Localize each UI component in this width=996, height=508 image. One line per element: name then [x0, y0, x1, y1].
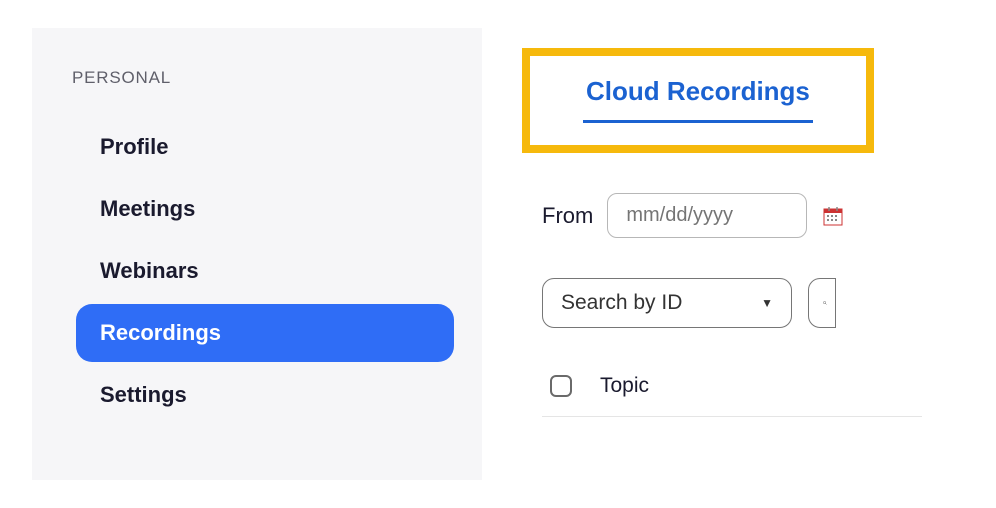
tab-highlight: Cloud Recordings — [522, 48, 874, 153]
tab-label: Cloud Recordings — [586, 76, 810, 106]
sidebar-item-label: Profile — [100, 134, 168, 159]
sidebar-item-label: Meetings — [100, 196, 195, 221]
sidebar-item-label: Settings — [100, 382, 187, 407]
sidebar-item-settings[interactable]: Settings — [76, 366, 454, 424]
sidebar: PERSONAL Profile Meetings Webinars Recor… — [32, 28, 482, 480]
table-header-row: Topic — [542, 374, 922, 417]
dropdown-selected: Search by ID — [561, 291, 682, 315]
sidebar-item-profile[interactable]: Profile — [76, 118, 454, 176]
select-all-checkbox[interactable] — [550, 375, 572, 397]
sidebar-item-meetings[interactable]: Meetings — [76, 180, 454, 238]
from-label: From — [542, 203, 593, 229]
tab-cloud-recordings[interactable]: Cloud Recordings — [586, 76, 810, 123]
main-content: Cloud Recordings From — [482, 28, 996, 480]
sidebar-section-label: PERSONAL — [72, 68, 454, 88]
tab-underline — [583, 120, 813, 123]
date-from-input[interactable] — [607, 193, 807, 238]
sidebar-item-recordings[interactable]: Recordings — [76, 304, 454, 362]
dropdown-row: Search by ID ▼ — [542, 278, 996, 328]
search-button-partial[interactable] — [808, 278, 836, 328]
sidebar-item-label: Recordings — [100, 320, 221, 345]
search-icon — [823, 294, 827, 312]
filter-row: From — [542, 193, 996, 238]
sidebar-item-webinars[interactable]: Webinars — [76, 242, 454, 300]
chevron-down-icon: ▼ — [761, 296, 773, 310]
sidebar-item-label: Webinars — [100, 258, 199, 283]
search-by-dropdown[interactable]: Search by ID ▼ — [542, 278, 792, 328]
column-header-topic: Topic — [600, 374, 649, 398]
calendar-icon[interactable] — [821, 204, 845, 228]
